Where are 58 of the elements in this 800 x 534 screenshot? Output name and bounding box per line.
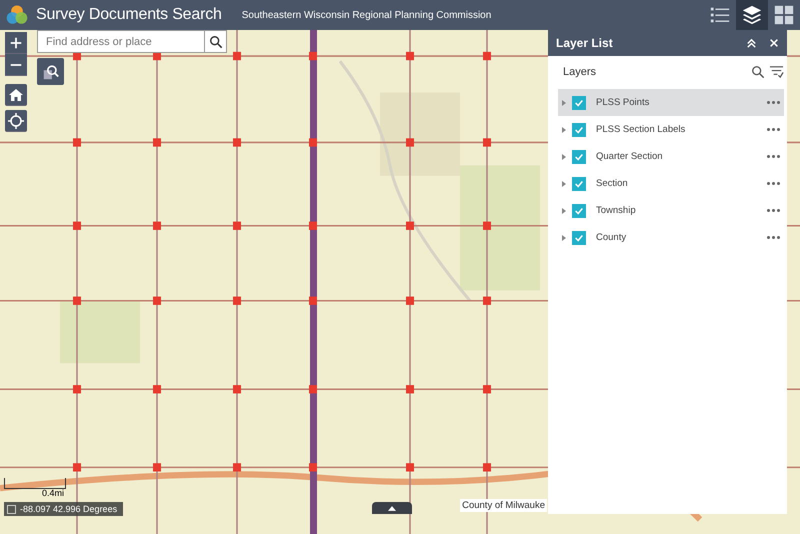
logo-icon bbox=[6, 4, 28, 26]
layer-label: PLSS Section Labels bbox=[596, 124, 686, 135]
zoom-out-icon[interactable] bbox=[5, 54, 27, 76]
layer-row[interactable]: Section bbox=[558, 170, 784, 197]
app-title: Survey Documents Search bbox=[36, 6, 222, 24]
checkmark-icon bbox=[574, 232, 584, 242]
search-icon[interactable] bbox=[205, 30, 227, 53]
more-options-icon[interactable] bbox=[767, 128, 780, 131]
layer-row[interactable]: Township bbox=[558, 197, 784, 224]
panel-title: Layer List bbox=[556, 36, 614, 50]
caret-icon[interactable] bbox=[372, 502, 412, 514]
map-attribution: County of Milwauke bbox=[460, 499, 547, 512]
search-field[interactable]: Find address or place bbox=[37, 30, 205, 53]
collapse-icon[interactable] bbox=[746, 38, 757, 48]
layer-label: PLSS Points bbox=[596, 97, 650, 108]
search-icon[interactable] bbox=[751, 64, 765, 78]
coordinates-text: -88.097 42.996 Degrees bbox=[20, 504, 118, 514]
checkbox[interactable] bbox=[572, 96, 586, 110]
layer-label: Section bbox=[596, 178, 629, 189]
select-tool-icon[interactable] bbox=[37, 58, 64, 85]
checkbox[interactable] bbox=[572, 230, 586, 244]
layer-row[interactable]: PLSS Section Labels bbox=[558, 116, 784, 143]
app-subtitle: Southeastern Wisconsin Regional Planning Commission bbox=[242, 10, 492, 20]
checkmark-icon bbox=[574, 124, 584, 134]
checkbox[interactable] bbox=[572, 150, 586, 164]
coordinate-toggle-icon[interactable] bbox=[7, 504, 16, 514]
checkmark-icon bbox=[574, 206, 584, 216]
expand-icon[interactable] bbox=[562, 100, 566, 106]
checkmark-icon bbox=[574, 152, 584, 162]
filter-list-icon[interactable] bbox=[769, 64, 784, 79]
layers-icon[interactable] bbox=[736, 0, 768, 30]
expand-icon[interactable] bbox=[562, 234, 566, 240]
layer-label: Quarter Section bbox=[596, 151, 664, 162]
checkbox[interactable] bbox=[572, 122, 586, 136]
more-options-icon[interactable] bbox=[767, 209, 780, 212]
home-icon[interactable] bbox=[5, 84, 27, 106]
checkbox[interactable] bbox=[572, 204, 586, 218]
expand-icon[interactable] bbox=[562, 154, 566, 160]
checkbox[interactable] bbox=[572, 176, 586, 190]
checkmark-icon bbox=[574, 178, 584, 188]
locate-icon[interactable] bbox=[5, 110, 27, 132]
expand-icon[interactable] bbox=[562, 208, 566, 214]
close-icon[interactable] bbox=[769, 38, 779, 48]
layer-row[interactable]: Quarter Section bbox=[558, 143, 784, 170]
layer-row[interactable]: PLSS Points bbox=[558, 89, 784, 116]
layer-label: Township bbox=[596, 205, 637, 216]
checkmark-icon bbox=[574, 98, 584, 108]
more-options-icon[interactable] bbox=[767, 182, 780, 185]
more-options-icon[interactable] bbox=[767, 236, 780, 239]
layer-label: County bbox=[596, 232, 628, 243]
layer-row[interactable]: County bbox=[558, 224, 784, 251]
layers-heading: Layers bbox=[563, 66, 598, 78]
zoom-in-icon[interactable] bbox=[5, 32, 27, 54]
scale-label: 0.4mi bbox=[40, 489, 65, 498]
more-options-icon[interactable] bbox=[767, 101, 780, 104]
more-options-icon[interactable] bbox=[767, 155, 780, 158]
expand-icon[interactable] bbox=[562, 126, 566, 132]
expand-icon[interactable] bbox=[562, 180, 566, 186]
